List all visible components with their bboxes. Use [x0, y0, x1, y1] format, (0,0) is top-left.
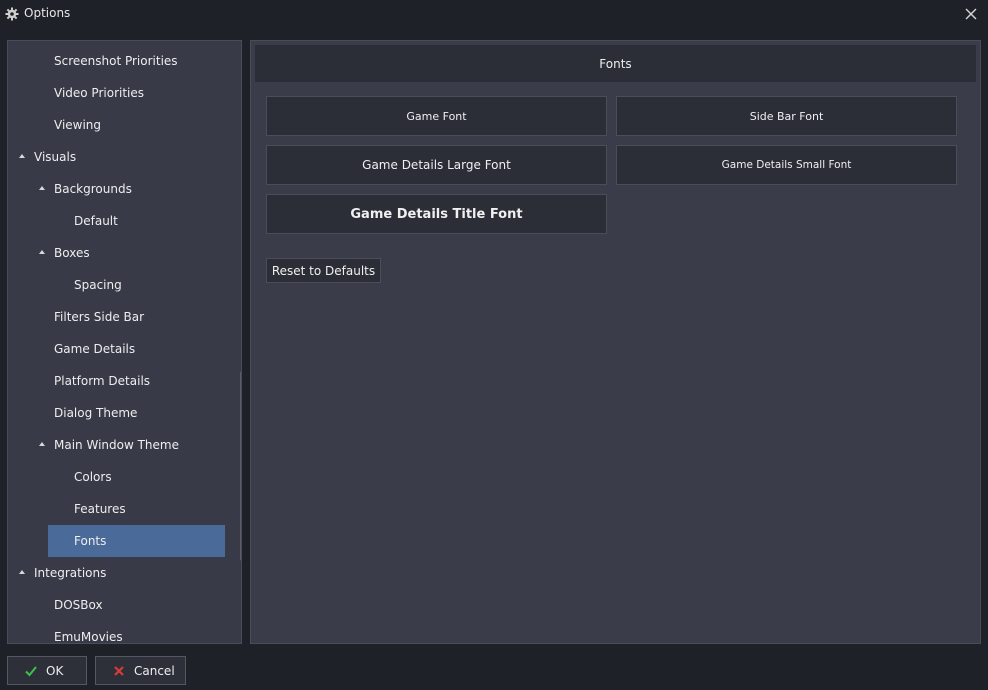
- tree-item-default[interactable]: Default: [8, 205, 233, 237]
- tree-item-label: Main Window Theme: [54, 438, 179, 452]
- tree-item-label: Dialog Theme: [54, 406, 138, 420]
- tree-item-features[interactable]: Features: [8, 493, 233, 525]
- tree-item-label: Spacing: [74, 278, 122, 292]
- tree-item-integrations[interactable]: Integrations: [8, 557, 233, 589]
- options-tree[interactable]: Screenshot Priorities Video Priorities Vie…: [7, 40, 242, 644]
- tree-item-viewing[interactable]: Viewing: [8, 109, 233, 141]
- tree-item-dosbox[interactable]: DOSBox: [8, 589, 233, 621]
- game-font-button[interactable]: Game Font: [266, 96, 607, 136]
- tree-item-game-details[interactable]: Game Details: [8, 333, 233, 365]
- game-details-small-font-button[interactable]: Game Details Small Font: [616, 145, 957, 185]
- tree-item-spacing[interactable]: Spacing: [8, 269, 233, 301]
- game-details-large-font-button[interactable]: Game Details Large Font: [266, 145, 607, 185]
- tree-item-label: Viewing: [54, 118, 102, 132]
- tree-item-screenshot-priorities[interactable]: Screenshot Priorities: [8, 45, 233, 77]
- ok-button[interactable]: OK: [7, 656, 87, 685]
- gear-icon: [5, 6, 19, 21]
- tree-item-label: Video Priorities: [54, 86, 145, 100]
- close-icon: [965, 8, 977, 20]
- cancel-button[interactable]: Cancel: [95, 656, 186, 685]
- tree-item-label: Default: [74, 214, 118, 228]
- tree-item-label: Screenshot Priorities: [54, 54, 178, 68]
- tree-item-boxes[interactable]: Boxes: [8, 237, 233, 269]
- tree-item-platform-details[interactable]: Platform Details: [8, 365, 233, 397]
- tree-item-backgrounds[interactable]: Backgrounds: [8, 173, 233, 205]
- reset-to-defaults-button[interactable]: Reset to Defaults: [266, 258, 381, 283]
- tree-item-label: Fonts: [74, 534, 107, 548]
- side-bar-font-button[interactable]: Side Bar Font: [616, 96, 957, 136]
- tree-item-label: Backgrounds: [54, 182, 132, 196]
- close-button[interactable]: [960, 3, 982, 25]
- tree-item-dialog-theme[interactable]: Dialog Theme: [8, 397, 233, 429]
- section-header: Fonts: [255, 45, 976, 82]
- tree-item-label: Filters Side Bar: [54, 310, 145, 324]
- tree-item-filters-side-bar[interactable]: Filters Side Bar: [8, 301, 233, 333]
- tree-item-video-priorities[interactable]: Video Priorities: [8, 77, 233, 109]
- tree-item-label: Visuals: [34, 150, 77, 164]
- tree-item-label: Boxes: [54, 246, 90, 260]
- window-title: Options: [24, 6, 71, 20]
- tree-item-label: Game Details: [54, 342, 136, 356]
- tree-item-label: EmuMovies: [54, 630, 123, 644]
- tree-scrollbar[interactable]: [240, 371, 241, 561]
- expander-arrow-icon[interactable]: [19, 154, 25, 158]
- tree-item-label: Colors: [74, 470, 112, 484]
- expander-arrow-icon[interactable]: [39, 250, 45, 254]
- tree-item-fonts[interactable]: Fonts: [48, 525, 225, 557]
- tree-item-visuals[interactable]: Visuals: [8, 141, 233, 173]
- tree-item-emumovies[interactable]: EmuMovies: [8, 621, 233, 644]
- expander-arrow-icon[interactable]: [39, 442, 45, 446]
- tree-item-label: Features: [74, 502, 126, 516]
- title-bar: Options: [0, 0, 988, 28]
- checkmark-icon: [25, 665, 37, 676]
- tree-item-label: DOSBox: [54, 598, 103, 612]
- tree-item-label: Integrations: [34, 566, 107, 580]
- game-details-title-font-button[interactable]: Game Details Title Font: [266, 194, 607, 234]
- cancel-label: Cancel: [134, 663, 175, 678]
- expander-arrow-icon[interactable]: [19, 570, 25, 574]
- tree-item-label: Platform Details: [54, 374, 151, 388]
- fonts-panel: Fonts Game Font Side Bar Font Game Detai…: [250, 40, 981, 644]
- cancel-icon: [114, 665, 124, 676]
- ok-label: OK: [46, 663, 64, 678]
- expander-arrow-icon[interactable]: [39, 186, 45, 190]
- tree-item-colors[interactable]: Colors: [8, 461, 233, 493]
- tree-item-main-window-theme[interactable]: Main Window Theme: [8, 429, 233, 461]
